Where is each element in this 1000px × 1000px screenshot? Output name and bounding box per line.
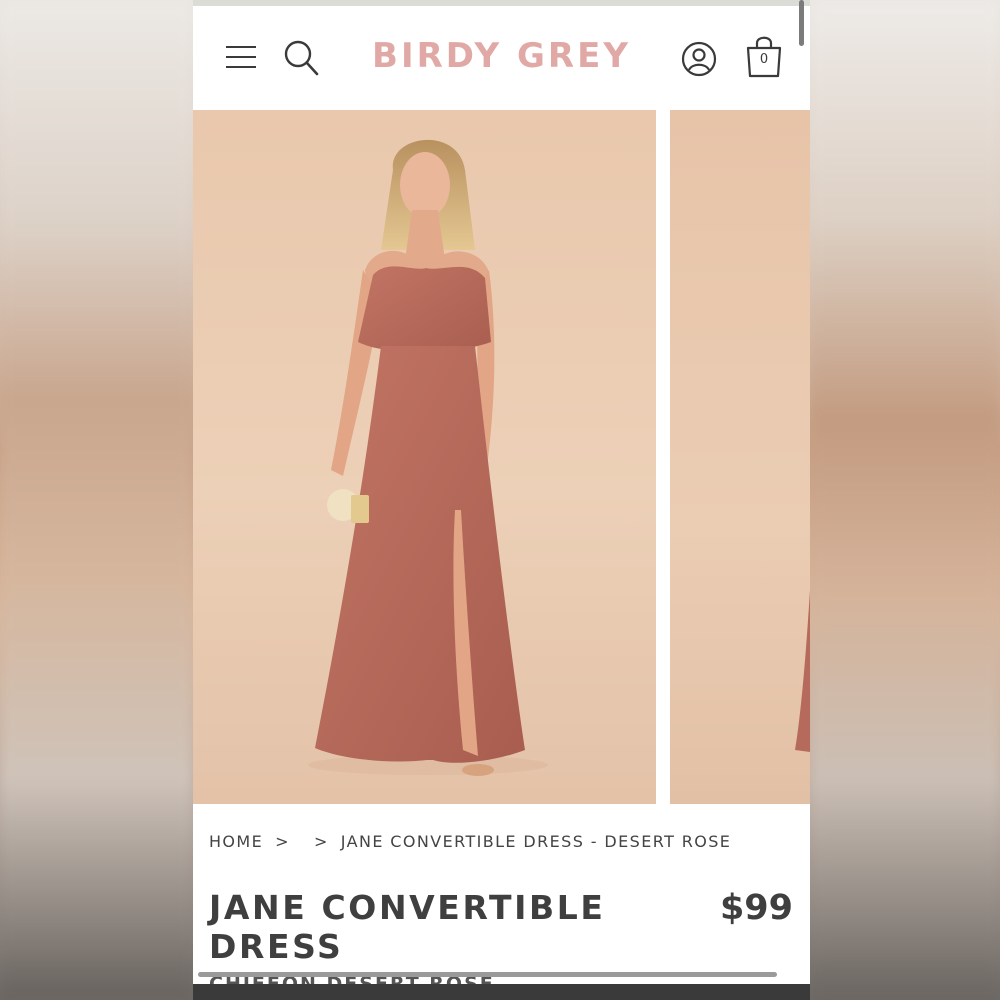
account-icon[interactable]	[680, 40, 718, 78]
breadcrumb-home-link[interactable]: HOME	[209, 832, 263, 851]
mobile-screen: BIRDY GREY 0 HOME > > JANE CONVERTIBLE D…	[193, 0, 810, 1000]
product-image-gallery[interactable]	[193, 110, 810, 804]
breadcrumb: HOME > > JANE CONVERTIBLE DRESS - DESERT RO…	[209, 832, 799, 854]
shopping-bag-icon[interactable]: 0	[743, 34, 785, 80]
background-blur-right	[810, 0, 1000, 1000]
breadcrumb-current-page: JANE CONVERTIBLE DRESS - DESERT ROSE	[340, 832, 732, 851]
product-image-next[interactable]	[670, 110, 810, 804]
product-image-main[interactable]	[193, 110, 656, 804]
breadcrumb-separator: >	[275, 832, 290, 851]
background-blur-left	[0, 0, 193, 1000]
site-header: BIRDY GREY 0	[193, 6, 810, 110]
product-price: $99	[719, 888, 793, 928]
home-indicator	[198, 972, 777, 977]
cart-count: 0	[759, 52, 769, 67]
bottom-bar	[193, 984, 810, 1000]
breadcrumb-separator: >	[313, 832, 329, 851]
product-title: JANE CONVERTIBLE DRESS	[209, 888, 606, 966]
